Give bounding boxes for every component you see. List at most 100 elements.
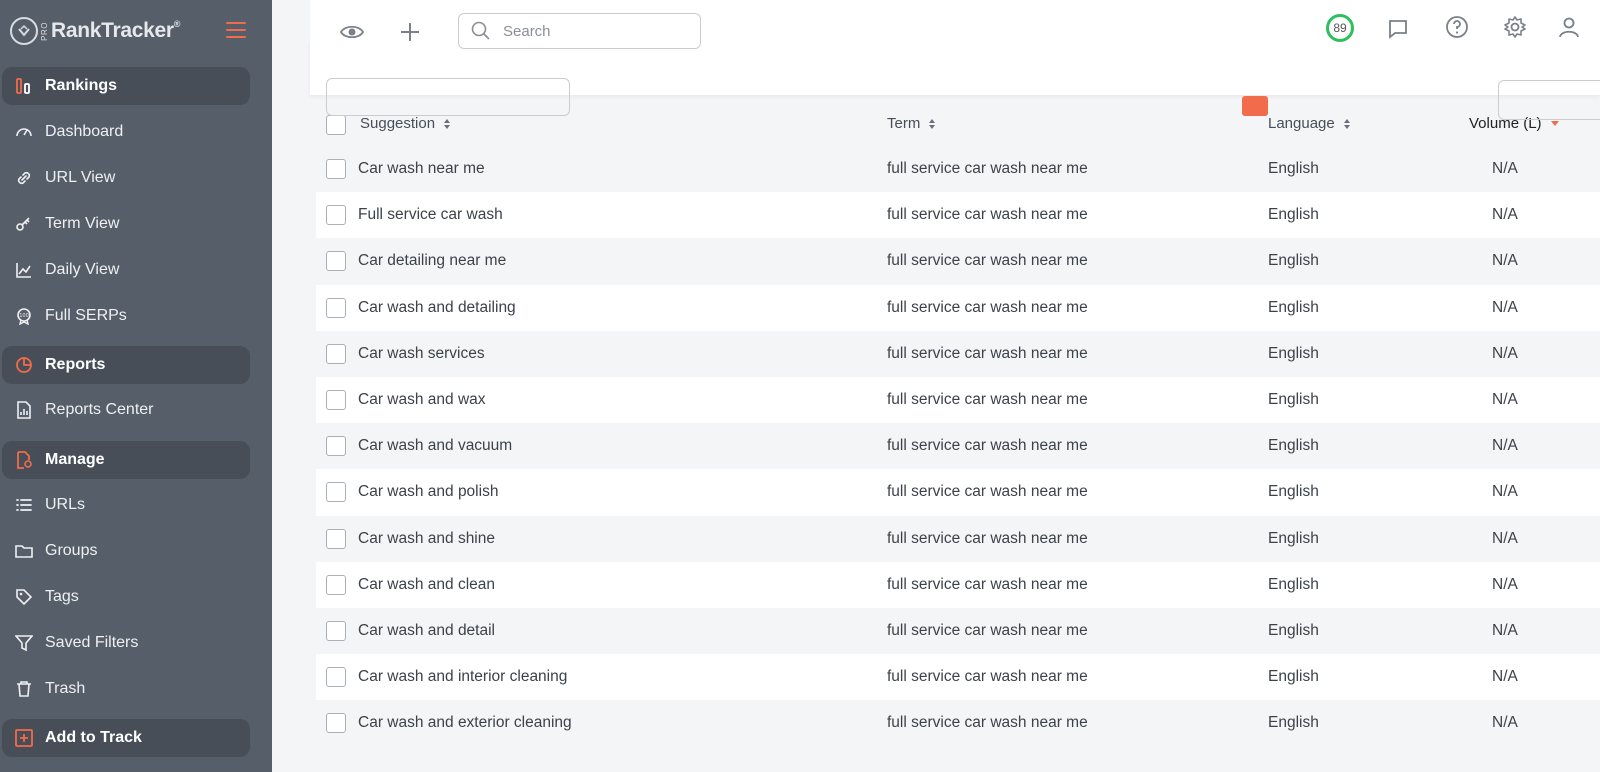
sidebar-item-trash[interactable]: Trash: [0, 670, 272, 708]
cell-language: English: [1268, 529, 1319, 547]
report-document-icon: [14, 400, 34, 420]
svg-text:100: 100: [19, 313, 29, 319]
rankings-icon: [14, 76, 34, 96]
cell-volume: N/A: [1492, 668, 1518, 686]
sidebar-item-manage[interactable]: Manage: [2, 441, 250, 479]
column-header-language[interactable]: Language: [1268, 115, 1350, 132]
sidebar-item-label: Term View: [45, 215, 120, 232]
sidebar-item-url-view[interactable]: URL View: [0, 159, 272, 197]
add-square-icon: [14, 728, 34, 748]
cell-suggestion: Full service car wash: [358, 206, 503, 224]
row-checkbox[interactable]: [326, 482, 346, 503]
hamburger-menu-icon[interactable]: [226, 22, 246, 38]
sidebar-item-label: Reports: [45, 356, 106, 373]
gear-icon[interactable]: [1501, 13, 1529, 41]
row-checkbox[interactable]: [326, 297, 346, 318]
user-icon[interactable]: [1555, 13, 1583, 41]
column-header-suggestion[interactable]: Suggestion: [360, 115, 451, 132]
link-icon: [14, 168, 34, 188]
logo-text: RankTracker®: [51, 19, 180, 43]
table-row[interactable]: Car wash and interior cleaning full servi…: [316, 654, 1600, 701]
cell-suggestion: Car wash near me: [358, 160, 485, 178]
serp-badge-icon: 100: [14, 306, 34, 326]
cell-suggestion: Car wash and detailing: [358, 298, 516, 316]
table-row[interactable]: Car wash and vacuum full service car wash…: [316, 423, 1600, 470]
sidebar-item-label: Rankings: [45, 77, 118, 94]
trash-icon: [14, 679, 34, 699]
sidebar-item-urls[interactable]: URLs: [0, 486, 272, 524]
cell-suggestion: Car detailing near me: [358, 252, 507, 270]
row-checkbox[interactable]: [326, 713, 346, 734]
cell-language: English: [1268, 621, 1319, 639]
sidebar-item-full-serps[interactable]: 100 Full SERPs: [0, 297, 272, 335]
sidebar-item-dashboard[interactable]: Dashboard: [0, 113, 272, 151]
cell-term: full service car wash near me: [887, 160, 1088, 178]
cell-term: full service car wash near me: [887, 668, 1088, 686]
row-checkbox[interactable]: [326, 667, 346, 688]
row-checkbox[interactable]: [326, 528, 346, 549]
row-checkbox[interactable]: [326, 436, 346, 457]
tag-icon: [14, 587, 34, 607]
sidebar-item-term-view[interactable]: Term View: [0, 205, 272, 243]
search-field[interactable]: [458, 13, 701, 49]
logo-name: RankTracker: [51, 19, 174, 42]
row-checkbox[interactable]: [326, 205, 346, 226]
cell-suggestion: Car wash services: [358, 344, 485, 362]
chat-icon[interactable]: [1384, 15, 1412, 43]
pie-chart-icon: [14, 355, 34, 375]
table-row[interactable]: Car wash and clean full service car wash …: [316, 561, 1600, 608]
sidebar-item-reports[interactable]: Reports: [2, 346, 250, 384]
row-checkbox[interactable]: [326, 159, 346, 179]
line-chart-icon: [14, 260, 34, 280]
sidebar-item-label: Trash: [45, 680, 86, 697]
table-row[interactable]: Car wash and detailing full service car w…: [316, 284, 1600, 331]
filter-icon: [14, 633, 34, 653]
sort-descending-icon: [1550, 121, 1559, 126]
cell-suggestion: Car wash and vacuum: [358, 437, 513, 455]
table-row[interactable]: Car wash services full service car wash n…: [316, 330, 1600, 377]
page-size-select[interactable]: [1498, 80, 1600, 120]
sidebar: PRO RankTracker® Rankings Dashboard URL …: [0, 0, 272, 772]
sidebar-item-rankings[interactable]: Rankings: [2, 67, 250, 105]
row-checkbox[interactable]: [326, 343, 346, 364]
row-checkbox[interactable]: [326, 389, 346, 410]
sidebar-item-saved-filters[interactable]: Saved Filters: [0, 624, 272, 662]
logo-registered-mark: ®: [173, 19, 181, 29]
row-checkbox[interactable]: [326, 574, 346, 595]
table-row[interactable]: Car wash and shine full service car wash …: [316, 515, 1600, 562]
table-row[interactable]: Car wash near me full service car wash ne…: [316, 146, 1600, 193]
logo[interactable]: PRO RankTracker®: [0, 0, 272, 62]
sidebar-item-label: Full SERPs: [45, 307, 127, 324]
sidebar-item-daily-view[interactable]: Daily View: [0, 251, 272, 289]
table-row[interactable]: Car wash and exterior cleaning full servi…: [316, 700, 1600, 747]
table-row[interactable]: Full service car wash full service car wa…: [316, 192, 1600, 239]
cell-volume: N/A: [1492, 529, 1518, 547]
search-input[interactable]: [503, 22, 683, 40]
cell-volume: N/A: [1492, 252, 1518, 270]
pagination-current-page[interactable]: [1242, 96, 1268, 116]
help-icon[interactable]: [1443, 13, 1471, 41]
sidebar-item-tags[interactable]: Tags: [0, 578, 272, 616]
sidebar-item-reports-center[interactable]: Reports Center: [0, 391, 272, 429]
cell-volume: N/A: [1492, 391, 1518, 409]
search-icon: [471, 21, 490, 40]
table-row[interactable]: Car wash and wax full service car wash ne…: [316, 376, 1600, 424]
cell-volume: N/A: [1492, 437, 1518, 455]
sidebar-item-groups[interactable]: Groups: [0, 532, 272, 570]
table-row[interactable]: Car detailing near me full service car wa…: [316, 238, 1600, 285]
row-checkbox[interactable]: [326, 620, 346, 641]
cell-volume: N/A: [1492, 206, 1518, 224]
cell-language: English: [1268, 252, 1319, 270]
select-all-checkbox[interactable]: [326, 115, 346, 135]
table-row[interactable]: Car wash and detail full service car wash…: [316, 607, 1600, 655]
eye-icon[interactable]: [338, 18, 366, 46]
row-checkbox[interactable]: [326, 251, 346, 272]
score-indicator[interactable]: 89: [1326, 14, 1354, 42]
cell-language: English: [1268, 391, 1319, 409]
sort-icon: [929, 118, 936, 129]
sidebar-item-add-to-track[interactable]: Add to Track: [2, 719, 250, 757]
plus-icon[interactable]: [396, 18, 424, 46]
column-header-term[interactable]: Term: [887, 115, 936, 132]
table-row[interactable]: Car wash and polish full service car wash…: [316, 469, 1600, 516]
filter-search-input[interactable]: [326, 78, 570, 116]
